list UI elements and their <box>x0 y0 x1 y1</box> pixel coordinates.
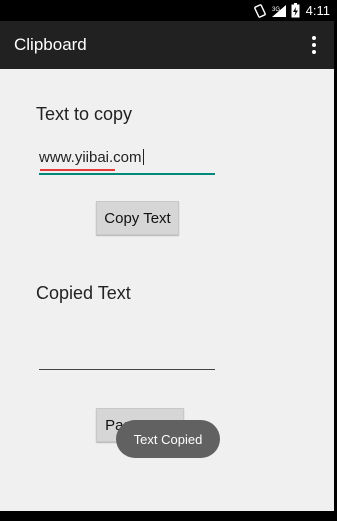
copy-text-value: www.yiibai.com <box>39 149 142 166</box>
input-underline-focused <box>39 173 215 175</box>
vibrate-icon <box>253 3 266 18</box>
copied-text-label: Copied Text <box>36 283 131 303</box>
status-icons: 3G 4:11 <box>253 2 330 19</box>
more-vert-icon[interactable] <box>302 31 326 59</box>
status-bar: 3G 4:11 <box>0 0 334 21</box>
copy-text-button[interactable]: Copy Text <box>96 201 179 235</box>
text-cursor <box>142 149 144 165</box>
text-to-copy-label: Text to copy <box>36 104 133 124</box>
spellcheck-underline <box>40 169 115 171</box>
svg-text:3G: 3G <box>272 7 280 13</box>
toast-message: Text Copied <box>133 431 203 447</box>
battery-icon <box>291 3 300 18</box>
toast: Text Copied <box>116 420 220 458</box>
app-screen: 3G 4:11 Clipboard Text to copy www.yiiba… <box>0 0 334 511</box>
copied-text-input[interactable] <box>39 342 215 370</box>
signal-icon: 3G <box>271 4 286 17</box>
input-underline <box>39 369 215 370</box>
action-bar: Clipboard <box>0 21 334 69</box>
app-title: Clipboard <box>14 35 87 54</box>
status-time: 4:11 <box>305 3 330 18</box>
copy-text-input[interactable]: www.yiibai.com <box>39 147 215 175</box>
